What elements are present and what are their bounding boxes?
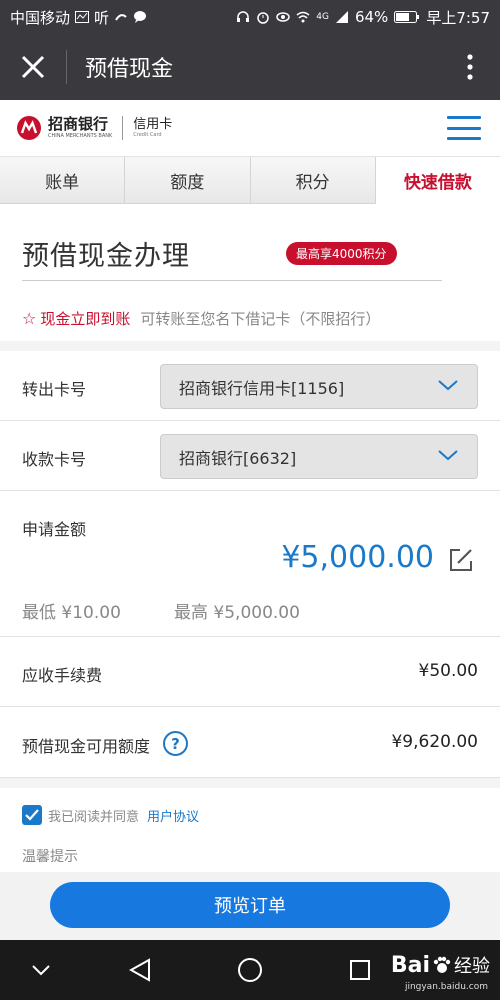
watermark-url: jingyan.baidu.com (404, 982, 488, 992)
agree-checkbox[interactable] (22, 805, 42, 825)
brand-bar: 招商银行 CHINA MERCHANTS BANK 信用卡 Credit Car… (0, 100, 500, 156)
watermark-brand: Bai (390, 952, 430, 978)
section-heading: 预借现金办理 (22, 241, 190, 272)
close-icon (21, 55, 45, 79)
points-badge: 最高享4000积分 (286, 242, 397, 265)
agreement-row: 我已阅读并同意 用户协议 (22, 805, 199, 825)
star-icon: ☆ (22, 309, 37, 328)
recents-square-icon (350, 960, 370, 980)
chevron-down-icon (438, 450, 458, 461)
tab-bill[interactable]: 账单 (0, 157, 126, 204)
carrier-label: 中国移动 (10, 8, 71, 27)
from-card-value: 招商银行信用卡[1156] (179, 378, 345, 398)
signal-icon (335, 11, 348, 23)
from-card-row: 转出卡号 招商银行信用卡[1156] (0, 351, 500, 421)
wifi-icon (296, 11, 310, 23)
watermark-suffix: 经验 (454, 956, 490, 977)
promo-highlight: 现金立即到账 (40, 310, 131, 328)
nav-collapse-button[interactable] (26, 955, 56, 985)
nav-recents-button[interactable] (345, 955, 375, 985)
alarm-icon (257, 12, 270, 24)
cmb-logo-icon (17, 116, 41, 140)
hamburger-line (447, 116, 481, 119)
tab-bar: 账单 额度 积分 快速借款 (0, 156, 500, 204)
credit-card-label: 信用卡 (133, 117, 173, 132)
section-gap (0, 778, 500, 788)
paw-icon (433, 956, 451, 973)
promo-line: ☆ 现金立即到账 可转账至您名下借记卡（不限招行） (22, 308, 380, 329)
credit-card-label-en: Credit Card (133, 132, 162, 138)
available-value: ¥9,620.00 (391, 732, 478, 752)
activity-icon (75, 11, 90, 23)
battery-icon (394, 11, 420, 23)
to-card-select[interactable]: 招商银行[6632] (160, 434, 478, 479)
battery-percent: 64% (354, 8, 389, 26)
fee-row: 应收手续费 ¥50.00 (0, 637, 500, 707)
headset-icon (237, 11, 250, 22)
to-card-label: 收款卡号 (22, 450, 87, 469)
amount-min: 最低 ¥10.00 (22, 603, 121, 623)
fee-value: ¥50.00 (418, 661, 478, 681)
status-bar: 中国移动 听 4G 64% 早上7:57 (0, 0, 500, 34)
hamburger-line (447, 126, 481, 130)
from-card-select[interactable]: 招商银行信用卡[1156] (160, 364, 478, 409)
edit-icon[interactable] (448, 547, 474, 573)
system-nav-bar: Bai 经验 jingyan.baidu.com (0, 940, 500, 1000)
eye-icon (276, 12, 291, 22)
nav-home-button[interactable] (235, 955, 265, 985)
fee-label: 应收手续费 (22, 666, 103, 685)
chevron-down-icon (438, 380, 458, 391)
chevron-down-icon (32, 965, 50, 976)
bank-name: 招商银行 (48, 115, 109, 133)
submit-area: 预览订单 (0, 872, 500, 940)
close-button[interactable] (0, 34, 66, 100)
weather-icon (115, 14, 127, 21)
amount-label: 申请金额 (22, 520, 87, 539)
tips-label: 温馨提示 (22, 849, 78, 865)
tab-quick-loan[interactable]: 快速借款 (375, 157, 500, 204)
user-agreement-link[interactable]: 用户协议 (147, 806, 199, 825)
more-vertical-icon (467, 54, 473, 80)
help-icon[interactable]: ? (163, 731, 188, 756)
baidu-jingyan-watermark: Bai 经验 (391, 952, 490, 978)
network-type-label: 4G (316, 12, 329, 22)
heading-underline (22, 280, 442, 281)
bank-name-en: CHINA MERCHANTS BANK (48, 133, 113, 139)
promo-description: 可转账至您名下借记卡（不限招行） (140, 310, 381, 328)
back-triangle-icon (129, 958, 150, 982)
nav-back-button[interactable] (125, 955, 155, 985)
to-card-value: 招商银行[6632] (179, 448, 297, 468)
from-card-label: 转出卡号 (22, 380, 87, 399)
amount-max: 最高 ¥5,000.00 (174, 603, 300, 623)
page-title: 预借现金 (85, 57, 174, 82)
cmb-logo[interactable]: 招商银行 CHINA MERCHANTS BANK 信用卡 Credit Car… (16, 115, 172, 141)
tab-points[interactable]: 积分 (250, 157, 376, 204)
main-content: 预借现金办理 最高享4000积分 ☆ 现金立即到账 可转账至您名下借记卡（不限招… (0, 204, 500, 940)
available-label: 预借现金可用额度 (22, 737, 151, 756)
clock: 早上7:57 (426, 8, 490, 27)
title-divider (66, 50, 67, 84)
section-gap (0, 341, 500, 351)
hamburger-line (447, 137, 481, 140)
preview-order-button[interactable]: 预览订单 (50, 882, 450, 928)
more-options-button[interactable] (440, 34, 500, 100)
amount-input[interactable]: ¥5,000.00 (281, 540, 434, 575)
logo-divider (122, 116, 124, 140)
hamburger-menu-button[interactable] (444, 113, 484, 143)
title-bar: 预借现金 (0, 34, 500, 100)
agree-text: 我已阅读并同意 (48, 809, 140, 825)
home-circle-icon (238, 958, 262, 982)
tab-credit-limit[interactable]: 额度 (125, 157, 251, 204)
to-card-row: 收款卡号 招商银行[6632] (0, 421, 500, 491)
message-icon (134, 11, 147, 23)
available-row: 预借现金可用额度 ¥9,620.00 (0, 707, 500, 778)
listen-app-label: 听 (94, 8, 110, 27)
check-icon (25, 809, 39, 821)
